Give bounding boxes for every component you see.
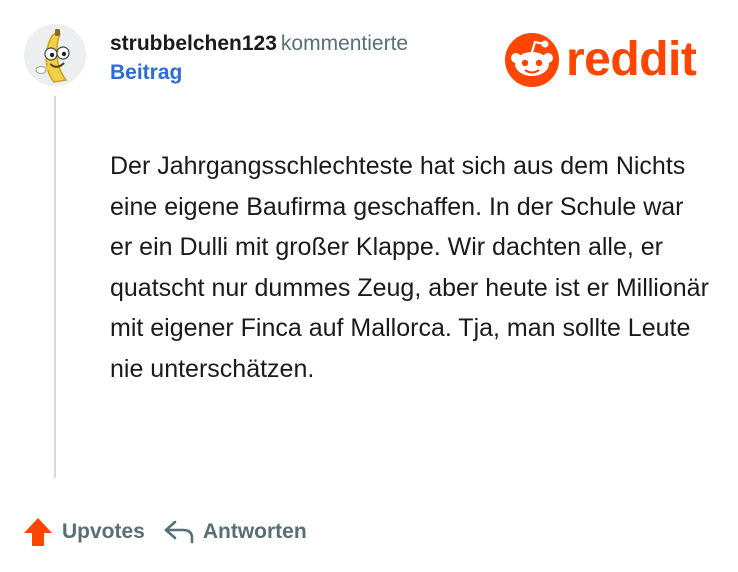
banana-character-icon — [24, 24, 86, 86]
comment-body: Der Jahrgangsschlechteste hat sich aus d… — [110, 152, 709, 383]
upvote-arrow-icon — [24, 518, 52, 546]
reddit-wordmark: reddit — [566, 33, 697, 86]
reply-label: Antworten — [202, 520, 307, 543]
comment-action: kommentierte — [280, 32, 409, 55]
thread-line[interactable] — [54, 96, 56, 478]
reply-arrow-icon — [164, 520, 194, 544]
comment-meta: strubbelchen123 kommentierte Beitrag — [110, 30, 408, 88]
upvote-button[interactable]: Upvotes — [22, 516, 145, 548]
reddit-logo: reddit — [504, 32, 697, 88]
post-link[interactable]: Beitrag — [110, 58, 408, 88]
comment-header: strubbelchen123 kommentierte — [110, 30, 408, 58]
reply-button[interactable]: Antworten — [163, 518, 307, 546]
username[interactable]: strubbelchen123 — [110, 32, 277, 55]
upvote-label: Upvotes — [62, 520, 145, 543]
avatar[interactable] — [24, 24, 86, 86]
comment-actions: Upvotes Antworten — [22, 514, 307, 550]
reddit-snoo-icon — [505, 33, 559, 87]
